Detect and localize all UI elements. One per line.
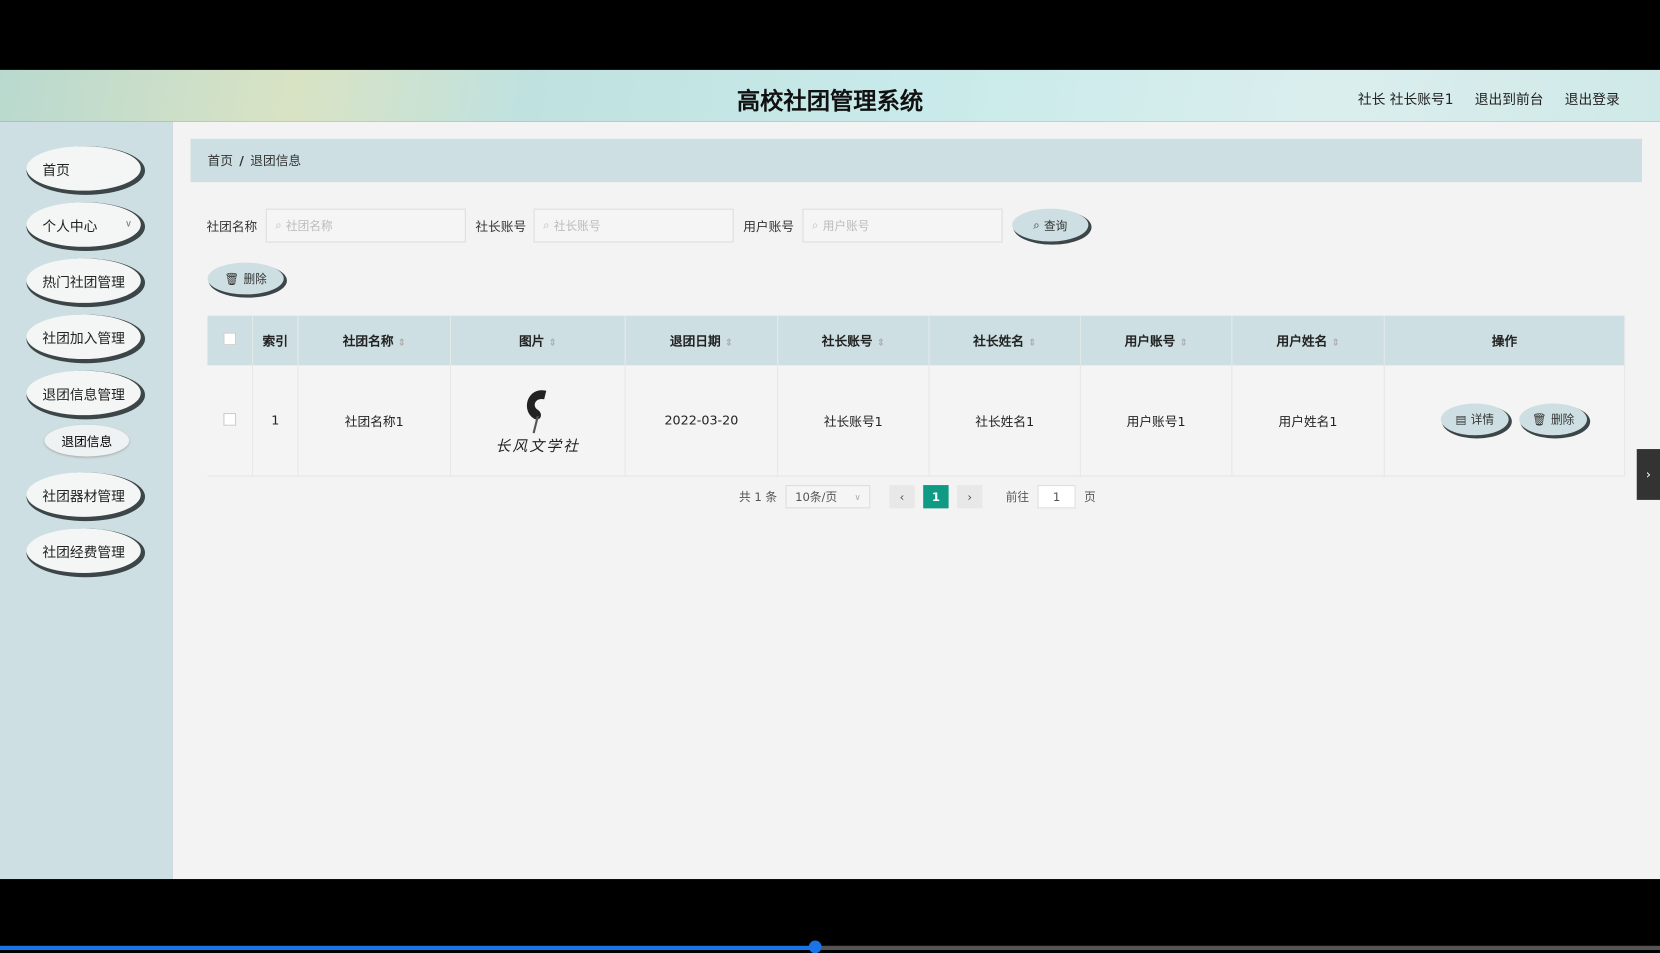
sidebar: 首页 个人中心 ∨ 热门社团管理 社团加入管理 退团信息管理 退团信息 社团器材管… bbox=[0, 121, 173, 880]
document-icon: ▤ bbox=[1455, 412, 1467, 427]
cell-index: 1 bbox=[252, 365, 299, 477]
sort-icon[interactable]: ⇕ bbox=[877, 338, 885, 349]
col-date[interactable]: 退团日期 ⇕ bbox=[625, 315, 779, 366]
sidebar-item-quit[interactable]: 退团信息管理 bbox=[26, 370, 141, 416]
sort-icon[interactable]: ⇕ bbox=[1332, 338, 1340, 349]
col-index: 索引 bbox=[252, 315, 299, 366]
cell-user-account: 用户账号1 bbox=[1080, 365, 1233, 477]
cell-user-name: 用户姓名1 bbox=[1231, 365, 1385, 477]
pagination: 共 1 条 10条/页 ∨ ‹ 1 › 前往 1 页 bbox=[738, 485, 1096, 509]
batch-delete-button[interactable]: 🗑 删除 bbox=[207, 262, 284, 295]
select-all-checkbox[interactable] bbox=[223, 332, 237, 346]
sort-icon[interactable]: ⇕ bbox=[725, 338, 733, 349]
search-icon: ⌕ bbox=[1033, 217, 1040, 232]
goto-label: 前往 bbox=[1005, 490, 1030, 505]
exit-to-front-link[interactable]: 退出到前台 bbox=[1475, 88, 1544, 108]
cell-actions: ▤ 详情 🗑 删除 bbox=[1384, 365, 1626, 477]
next-page-button[interactable]: › bbox=[957, 485, 983, 509]
cell-leader-name: 社长姓名1 bbox=[929, 365, 1081, 477]
sidebar-item-join[interactable]: 社团加入管理 bbox=[26, 314, 141, 360]
table-header-row: 索引 社团名称 ⇕ 图片 ⇕ 退团日期 ⇕ 社长账号 ⇕ 社长姓名 ⇕ 用户账号 ⇕ 用户姓… bbox=[207, 315, 1626, 366]
sidebar-item-equipment[interactable]: 社团器材管理 bbox=[26, 472, 141, 517]
prev-page-button[interactable]: ‹ bbox=[889, 485, 915, 509]
breadcrumb-home[interactable]: 首页 bbox=[208, 151, 233, 169]
search-icon: ⌕ bbox=[275, 218, 282, 232]
video-progress-handle[interactable] bbox=[808, 940, 822, 953]
sort-icon[interactable]: ⇕ bbox=[1180, 338, 1188, 349]
sort-icon[interactable]: ⇕ bbox=[398, 338, 406, 349]
cell-leader-account: 社长账号1 bbox=[777, 365, 930, 477]
col-actions: 操作 bbox=[1384, 315, 1626, 366]
col-leader-account[interactable]: 社长账号 ⇕ bbox=[777, 315, 930, 366]
screen: 高校社团管理系统 社长 社长账号1 退出到前台 退出登录 首页 个人中心 ∨ 热门… bbox=[0, 0, 1660, 953]
row-checkbox[interactable] bbox=[223, 412, 237, 426]
breadcrumb: 首页 / 退团信息 bbox=[190, 138, 1643, 183]
row-delete-button[interactable]: 🗑 删除 bbox=[1519, 403, 1587, 436]
page-size-select[interactable]: 10条/页 ∨ bbox=[785, 485, 871, 509]
sidebar-item-home[interactable]: 首页 bbox=[26, 146, 141, 191]
breadcrumb-current: 退团信息 bbox=[250, 153, 302, 169]
cell-club-name: 社团名称1 bbox=[298, 365, 452, 477]
search-icon: ⌕ bbox=[812, 218, 819, 232]
sidebar-subitem-quit-info[interactable]: 退团信息 bbox=[44, 424, 130, 457]
sidebar-item-funds[interactable]: 社团经费管理 bbox=[26, 528, 141, 573]
goto-page-input[interactable]: 1 bbox=[1037, 485, 1076, 509]
user-account-input[interactable]: ⌕ 用户账号 bbox=[802, 208, 1003, 243]
main-content: 首页 / 退团信息 社团名称 ⌕ 社团名称 社长账号 ⌕ 社长账号 用户账号 ⌕ 用户… bbox=[172, 121, 1660, 880]
sidebar-item-profile[interactable]: 个人中心 ∨ bbox=[26, 202, 141, 247]
query-button[interactable]: ⌕ 查询 bbox=[1012, 208, 1089, 242]
chevron-down-icon: ∨ bbox=[124, 219, 132, 230]
video-progress-track[interactable] bbox=[815, 945, 1660, 951]
search-icon: ⌕ bbox=[543, 218, 550, 232]
quit-info-table: 索引 社团名称 ⇕ 图片 ⇕ 退团日期 ⇕ 社长账号 ⇕ 社长姓名 ⇕ 用户账号 ⇕ 用户姓… bbox=[207, 315, 1626, 477]
side-drawer-toggle[interactable]: › bbox=[1636, 449, 1660, 500]
chevron-right-icon: › bbox=[1645, 467, 1651, 482]
sort-icon[interactable]: ⇕ bbox=[549, 338, 557, 349]
cell-image: 长风文学社 bbox=[450, 365, 626, 477]
page-1-button[interactable]: 1 bbox=[923, 485, 949, 509]
user-account-label: 用户账号 bbox=[743, 219, 795, 235]
page-unit-label: 页 bbox=[1084, 490, 1096, 505]
trash-icon: 🗑 bbox=[224, 271, 240, 286]
sidebar-item-label: 个人中心 bbox=[42, 218, 98, 235]
header: 高校社团管理系统 社长 社长账号1 退出到前台 退出登录 bbox=[0, 69, 1660, 122]
logout-link[interactable]: 退出登录 bbox=[1565, 88, 1620, 108]
col-image[interactable]: 图片 ⇕ bbox=[450, 315, 626, 366]
club-name-input[interactable]: ⌕ 社团名称 bbox=[265, 208, 466, 243]
col-user-account[interactable]: 用户账号 ⇕ bbox=[1080, 315, 1233, 366]
breadcrumb-separator: / bbox=[239, 153, 244, 168]
video-progress-fill bbox=[0, 945, 816, 951]
club-name-label: 社团名称 bbox=[206, 219, 258, 235]
col-leader-name[interactable]: 社长姓名 ⇕ bbox=[929, 315, 1081, 366]
leader-account-input[interactable]: ⌕ 社长账号 bbox=[533, 208, 734, 243]
col-club-name[interactable]: 社团名称 ⇕ bbox=[298, 315, 452, 366]
sort-icon[interactable]: ⇕ bbox=[1028, 338, 1036, 349]
detail-button[interactable]: ▤ 详情 bbox=[1440, 403, 1509, 436]
club-logo-image: 长风文学社 bbox=[452, 384, 624, 456]
cell-date: 2022-03-20 bbox=[625, 365, 779, 477]
trash-icon: 🗑 bbox=[1531, 412, 1547, 427]
current-user: 社长 社长账号1 bbox=[1357, 92, 1454, 109]
table-row: 1 社团名称1 长风文学社 2022-03-20 社长账号1 社长姓名1 用户账… bbox=[207, 365, 1626, 477]
col-user-name[interactable]: 用户姓名 ⇕ bbox=[1231, 315, 1385, 366]
chevron-down-icon: ∨ bbox=[854, 491, 861, 502]
leader-account-label: 社长账号 bbox=[475, 219, 527, 235]
sidebar-item-hot-clubs[interactable]: 热门社团管理 bbox=[26, 258, 141, 303]
total-count: 共 1 条 bbox=[738, 490, 778, 505]
